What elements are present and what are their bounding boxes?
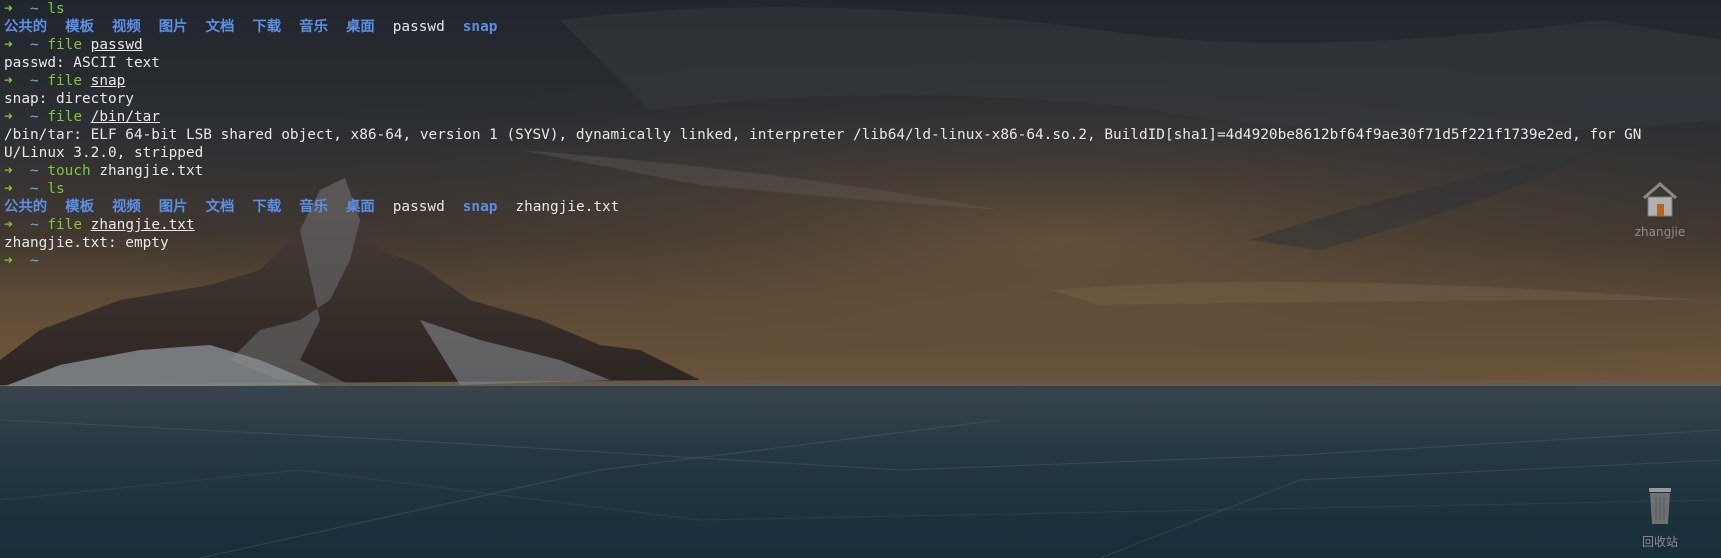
- prompt-dir: ~: [30, 163, 39, 179]
- ls-entry-directory: 视频: [111, 199, 141, 215]
- desktop-icon-trash-label: 回收站: [1641, 535, 1678, 549]
- ls-entry-directory: 文档: [205, 19, 235, 35]
- prompt-dir: ~: [30, 73, 39, 89]
- prompt-arrow: ➜: [4, 163, 13, 179]
- command: file: [47, 73, 82, 89]
- desktop-icon-home[interactable]: zhangjie: [1625, 176, 1695, 239]
- command-argument: snap: [90, 73, 126, 89]
- ls-entry-directory: snap: [462, 199, 498, 215]
- prompt-dir: ~: [30, 37, 39, 53]
- terminal-line: ➜ ~ touch zhangjie.txt: [4, 162, 1717, 180]
- ls-entry-directory: 视频: [111, 19, 141, 35]
- ls-entry-directory: 公共的: [4, 199, 48, 215]
- ls-entry-directory: 桌面: [345, 199, 375, 215]
- desktop-icon-trash[interactable]: 回收站: [1625, 484, 1695, 550]
- trash-icon: [1649, 488, 1671, 524]
- command: file: [47, 109, 82, 125]
- prompt-dir: ~: [30, 109, 39, 125]
- terminal-line: ➜ ~ file snap: [4, 72, 1717, 90]
- prompt-arrow: ➜: [4, 73, 13, 89]
- ls-entry-directory: 模板: [65, 19, 94, 35]
- prompt-dir: ~: [30, 1, 39, 17]
- prompt-arrow: ➜: [4, 217, 13, 233]
- ls-entry-directory: 下载: [252, 19, 282, 35]
- command: ls: [47, 181, 65, 197]
- prompt-arrow: ➜: [4, 37, 13, 53]
- ls-entry-directory: 音乐: [299, 199, 328, 215]
- command-output: U/Linux 3.2.0, stripped: [4, 145, 204, 161]
- ls-entry-file: zhangjie.txt: [515, 199, 620, 215]
- command-argument: zhangjie.txt: [99, 163, 204, 179]
- command-output: snap: directory: [4, 91, 134, 107]
- ls-entry-file: passwd: [392, 19, 445, 35]
- ls-entry-directory: 图片: [158, 19, 188, 35]
- terminal-line: U/Linux 3.2.0, stripped: [4, 144, 1717, 162]
- terminal-line: ➜ ~ file passwd: [4, 36, 1717, 54]
- terminal-line: 公共的 模板 视频 图片 文档 下载 音乐 桌面 passwd snap: [4, 18, 1717, 36]
- terminal-line: ➜ ~: [4, 252, 1717, 270]
- ls-entry-directory: snap: [462, 19, 498, 35]
- command-output: /bin/tar: ELF 64-bit LSB shared object, …: [4, 127, 1642, 143]
- terminal-line: ➜ ~ ls: [4, 180, 1717, 198]
- terminal-line: ➜ ~ file /bin/tar: [4, 108, 1717, 126]
- command: touch: [47, 163, 91, 179]
- terminal-window[interactable]: ➜ ~ ls 公共的 模板 视频 图片 文档 下载 音乐 桌面 passwd snap ➜ ~ fil…: [0, 0, 1721, 558]
- ls-entry-directory: 文档: [205, 199, 235, 215]
- desktop: ➜ ~ ls 公共的 模板 视频 图片 文档 下载 音乐 桌面 passwd snap ➜ ~ fil…: [0, 0, 1721, 558]
- prompt-arrow: ➜: [4, 109, 13, 125]
- terminal-line: passwd: ASCII text: [4, 54, 1717, 72]
- ls-entry-directory: 图片: [158, 199, 188, 215]
- command-output: passwd: ASCII text: [4, 55, 160, 71]
- ls-entry-directory: 音乐: [299, 19, 328, 35]
- command-argument: zhangjie.txt: [90, 217, 195, 233]
- terminal-line: snap: directory: [4, 90, 1717, 108]
- command-argument: /bin/tar: [90, 109, 160, 125]
- prompt-arrow: ➜: [4, 181, 13, 197]
- home-folder-icon: [1643, 182, 1677, 217]
- ls-entry-directory: 公共的: [4, 19, 48, 35]
- command-argument: passwd: [90, 37, 143, 53]
- terminal-line: /bin/tar: ELF 64-bit LSB shared object, …: [4, 126, 1717, 144]
- terminal-line: zhangjie.txt: empty: [4, 234, 1717, 252]
- prompt-dir: ~: [30, 253, 39, 269]
- prompt-arrow: ➜: [4, 253, 13, 269]
- ls-entry-file: passwd: [392, 199, 445, 215]
- prompt-dir: ~: [30, 181, 39, 197]
- command: file: [47, 37, 82, 53]
- command: file: [47, 217, 82, 233]
- prompt-arrow: ➜: [4, 1, 13, 17]
- terminal-line: 公共的 模板 视频 图片 文档 下载 音乐 桌面 passwd snap zhangjie.txt: [4, 198, 1717, 216]
- terminal-line: ➜ ~ ls: [4, 0, 1717, 18]
- command-output: zhangjie.txt: empty: [4, 235, 169, 251]
- desktop-icon-home-label: zhangjie: [1634, 225, 1686, 239]
- command: ls: [47, 1, 65, 17]
- ls-entry-directory: 下载: [252, 199, 282, 215]
- terminal-line: ➜ ~ file zhangjie.txt: [4, 216, 1717, 234]
- ls-entry-directory: 桌面: [345, 19, 375, 35]
- prompt-dir: ~: [30, 217, 39, 233]
- ls-entry-directory: 模板: [65, 199, 94, 215]
